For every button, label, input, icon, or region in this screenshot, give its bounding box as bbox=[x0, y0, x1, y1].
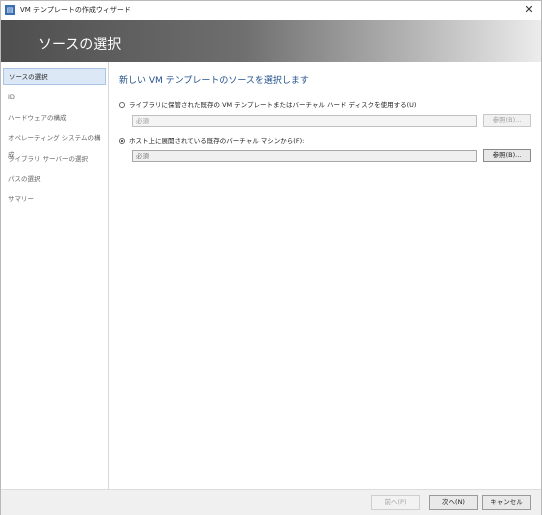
close-button[interactable]: ✕ bbox=[521, 2, 537, 18]
page-title: ソースの選択 bbox=[38, 37, 122, 53]
cancel-button[interactable]: キャンセル bbox=[482, 495, 531, 510]
window-title: VM テンプレートの作成ウィザード bbox=[20, 6, 131, 14]
wizard-window: ▤ VM テンプレートの作成ウィザード ✕ ソースの選択 ソースの選択 ID ハ… bbox=[0, 0, 542, 515]
library-source-label: ライブラリに保管された既存の VM テンプレートまたはバーチャル ハード ディス… bbox=[129, 101, 417, 109]
host-vm-field[interactable]: 必須 bbox=[132, 150, 477, 162]
next-button[interactable]: 次へ(N) bbox=[429, 495, 478, 510]
host-vm-radio[interactable] bbox=[119, 138, 125, 144]
sidebar-item-library-server[interactable]: ライブラリ サーバーの選択 bbox=[3, 151, 106, 168]
library-source-option[interactable]: ライブラリに保管された既存の VM テンプレートまたはバーチャル ハード ディス… bbox=[119, 99, 416, 109]
sidebar-item-hardware[interactable]: ハードウェアの構成 bbox=[3, 110, 106, 127]
wizard-footer: 前へ(P) 次へ(N) キャンセル bbox=[1, 489, 541, 515]
sidebar-item-path[interactable]: パスの選択 bbox=[3, 171, 106, 188]
sidebar-item-source[interactable]: ソースの選択 bbox=[3, 68, 106, 85]
library-source-radio[interactable] bbox=[119, 102, 125, 108]
host-vm-option[interactable]: ホスト上に展開されている既存のバーチャル マシンから(F): bbox=[119, 135, 304, 145]
main-content: 新しい VM テンプレートのソースを選択します ライブラリに保管された既存の V… bbox=[109, 62, 541, 489]
server-icon: ▤ bbox=[5, 5, 15, 15]
sidebar-item-summary[interactable]: サマリー bbox=[3, 191, 106, 208]
page-banner: ソースの選択 bbox=[1, 20, 541, 62]
host-vm-browse-button[interactable]: 参照(B)... bbox=[483, 149, 531, 162]
sidebar-item-id[interactable]: ID bbox=[3, 89, 106, 106]
library-source-field: 必須 bbox=[132, 115, 477, 127]
title-bar: ▤ VM テンプレートの作成ウィザード ✕ bbox=[1, 1, 541, 20]
library-browse-button: 参照(B)... bbox=[483, 114, 531, 127]
section-heading: 新しい VM テンプレートのソースを選択します bbox=[119, 76, 309, 86]
wizard-steps-sidebar: ソースの選択 ID ハードウェアの構成 オペレーティング システムの構成 ライブ… bbox=[1, 62, 109, 489]
host-vm-label: ホスト上に展開されている既存のバーチャル マシンから(F): bbox=[129, 137, 305, 145]
prev-button: 前へ(P) bbox=[371, 495, 420, 510]
sidebar-item-os[interactable]: オペレーティング システムの構成 bbox=[3, 130, 106, 159]
